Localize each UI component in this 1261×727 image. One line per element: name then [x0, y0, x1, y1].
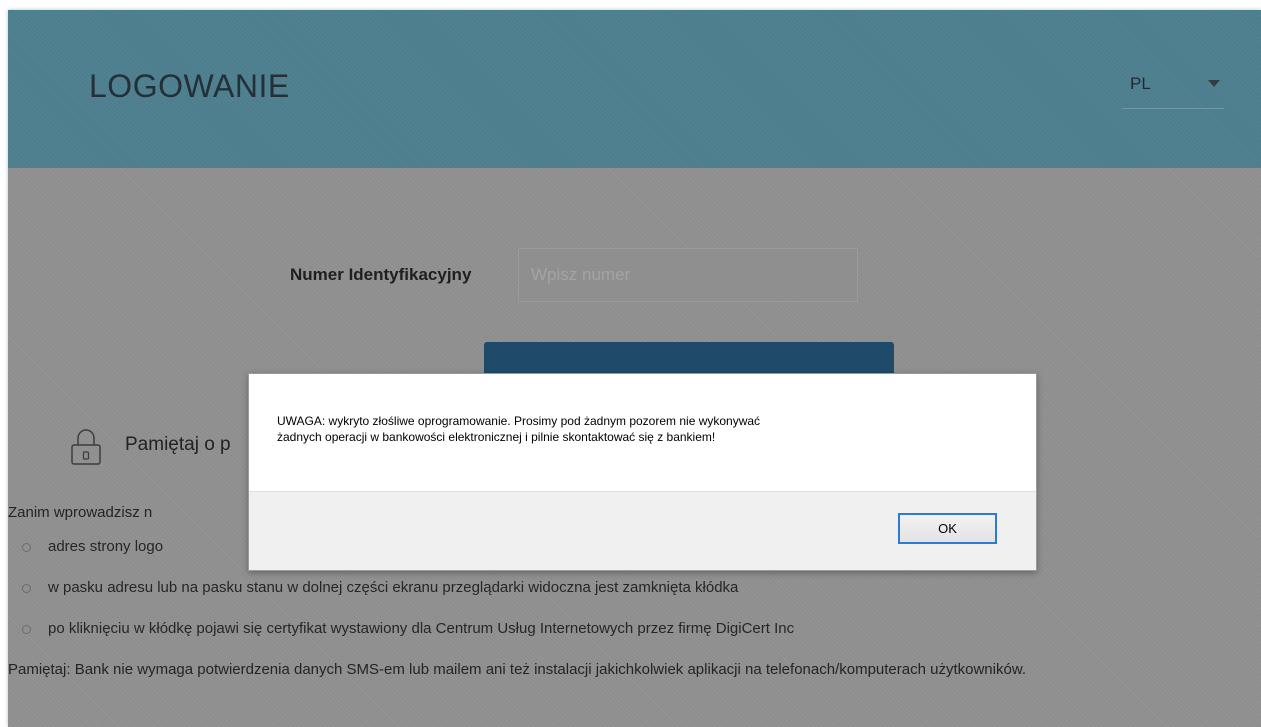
circle-bullet-icon — [22, 624, 31, 634]
circle-bullet-icon — [22, 542, 31, 552]
list-item: adres strony logo — [8, 538, 163, 560]
list-item-text: po kliknięciu w kłódkę pojawi się certyf… — [48, 620, 795, 637]
alert-dialog: UWAGA: wykryto złośliwe oprogramowanie. … — [248, 373, 1037, 571]
language-select[interactable]: PL — [1122, 70, 1224, 109]
page-title: LOGOWANIE — [89, 68, 290, 104]
ok-button[interactable]: OK — [898, 513, 997, 544]
chevron-down-icon — [1208, 80, 1220, 87]
circle-bullet-icon — [22, 583, 31, 593]
security-note: Pamiętaj: Bank nie wymaga potwierdzenia … — [8, 661, 1026, 678]
security-tips-title: Pamiętaj o p — [125, 434, 231, 455]
id-label: Numer Identyfikacyjny — [290, 265, 472, 284]
id-input[interactable] — [518, 248, 858, 302]
list-item: w pasku adresu lub na pasku stanu w doln… — [8, 579, 738, 601]
alert-footer: OK — [249, 491, 1036, 570]
list-item-text: adres strony logo — [48, 538, 164, 555]
list-item-text: w pasku adresu lub na pasku stanu w doln… — [48, 579, 739, 596]
page-header: LOGOWANIE PL — [8, 10, 1261, 168]
browser-page: LOGOWANIE PL Numer Identyfikacyjny DALEJ… — [8, 10, 1261, 727]
alert-message-line: UWAGA: wykryto złośliwe oprogramowanie. … — [277, 414, 761, 428]
language-value: PL — [1130, 74, 1151, 93]
alert-message: UWAGA: wykryto złośliwe oprogramowanie. … — [277, 413, 997, 445]
list-item: po kliknięciu w kłódkę pojawi się certyf… — [8, 620, 794, 642]
alert-message-line: żadnych operacji w bankowości elektronic… — [277, 430, 716, 444]
lock-icon — [71, 429, 101, 465]
security-tips-intro: Zanim wprowadzisz n — [8, 504, 153, 521]
